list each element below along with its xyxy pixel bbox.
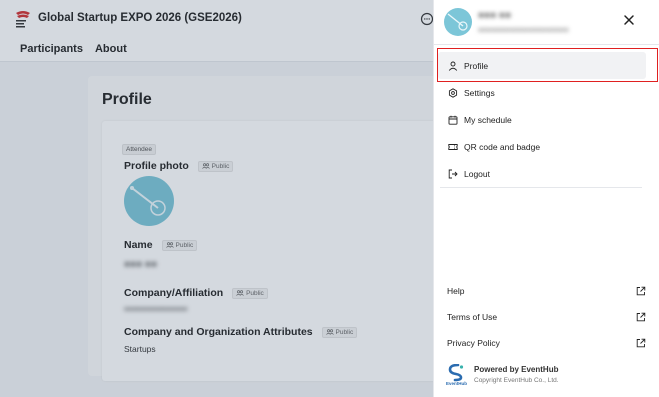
menu-item-label: My schedule [464,114,512,125]
ticket-icon [448,143,458,150]
external-link-icon [636,312,646,322]
menu-item-profile[interactable]: Profile [438,52,646,79]
user-name: ●●● ●● [478,10,511,21]
menu-item-label: Logout [464,168,490,179]
drawer-menu: Profile Settings My schedule QR code and… [438,52,646,187]
copyright-text: Copyright EventHub Co., Ltd. [474,377,559,384]
avatar-graphic [447,13,468,31]
menu-item-label: Profile [464,60,489,71]
menu-item-my-schedule[interactable]: My schedule [438,106,646,133]
user-menu-drawer: ●●● ●● ●●●●●●●●●●●●●●●●●●●● Profile Sett… [433,0,659,397]
user-icon [448,61,458,71]
external-link-icon [636,338,646,348]
close-icon[interactable] [621,12,637,28]
external-link-icon [636,286,646,296]
menu-item-qr-code[interactable]: QR code and badge [438,133,646,160]
link-terms-of-use[interactable]: Terms of Use [438,304,654,330]
link-privacy-policy[interactable]: Privacy Policy [438,330,654,356]
calendar-icon [448,115,458,125]
menu-item-label: QR code and badge [464,141,541,152]
link-label: Help [447,286,465,296]
powered-by-footer: EventHub Powered by EventHub Copyright E… [446,364,646,390]
link-label: Privacy Policy [447,338,500,348]
menu-item-logout[interactable]: Logout [438,160,646,187]
drawer-links: Help Terms of Use Privacy Policy [438,278,654,356]
divider [440,187,642,188]
logout-icon [448,169,458,178]
powered-by-text: Powered by EventHub [474,365,559,374]
link-help[interactable]: Help [438,278,654,304]
menu-item-label: Settings [464,87,495,98]
eventhub-logo-text: EventHub [446,381,468,386]
menu-item-settings[interactable]: Settings [438,79,646,106]
link-label: Terms of Use [447,312,498,322]
user-affiliation: ●●●●●●●●●●●●●●●●●●●● [478,25,569,34]
avatar [444,8,472,36]
divider [434,44,659,45]
backdrop-overlay[interactable] [0,0,433,397]
gear-icon [448,87,458,98]
